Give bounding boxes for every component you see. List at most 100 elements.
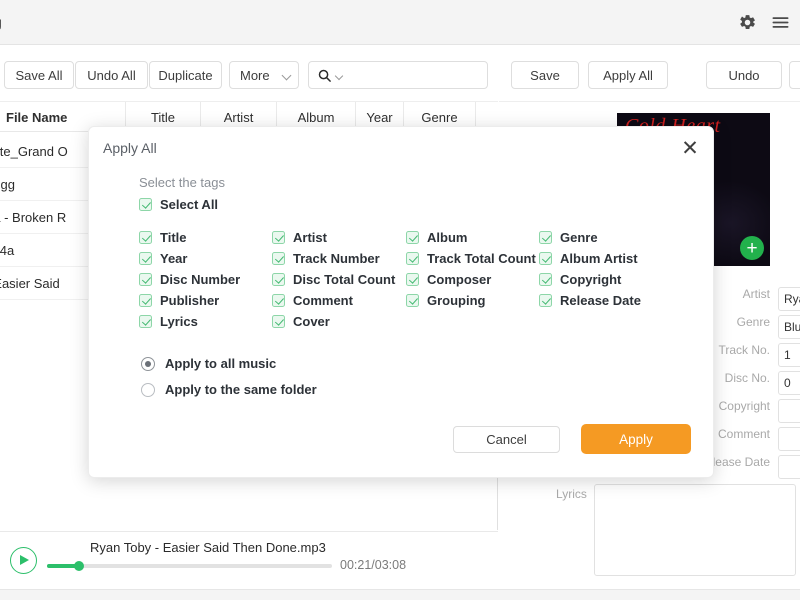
checkbox-icon <box>539 252 552 265</box>
checkbox-artist[interactable]: Artist <box>272 230 327 245</box>
checkbox-label: Lyrics <box>160 314 198 329</box>
checkbox-icon <box>406 252 419 265</box>
file-name-cell: Maria - Broken R <box>0 209 67 225</box>
app-window: g Save All Undo All Duplicate Mor <box>0 0 800 600</box>
checkbox-label: Genre <box>560 230 598 245</box>
checkbox-disc-total-count[interactable]: Disc Total Count <box>272 272 395 287</box>
file-name-cell: D] Fate_Grand O <box>0 143 68 159</box>
radio-icon <box>141 356 155 371</box>
file-name-cell: by - Easier Said <box>0 275 60 291</box>
checkbox-track-total-count[interactable]: Track Total Count <box>406 251 536 266</box>
left-toolbar: Save All Undo All Duplicate More <box>0 45 498 102</box>
checkbox-icon <box>139 231 152 244</box>
close-icon[interactable]: ✕ <box>677 135 703 161</box>
checkbox-grouping[interactable]: Grouping <box>406 293 486 308</box>
checkbox-label: Track Total Count <box>427 251 536 266</box>
checkbox-album[interactable]: Album <box>406 230 467 245</box>
search-input[interactable] <box>349 66 481 86</box>
checkbox-label: Disc Total Count <box>293 272 396 287</box>
player-track-title: Ryan Toby - Easier Said Then Done.mp3 <box>90 540 326 555</box>
genre-input[interactable] <box>778 315 800 339</box>
player-bar: Ryan Toby - Easier Said Then Done.mp3 00… <box>0 531 498 589</box>
player-seek-handle[interactable] <box>74 561 84 571</box>
checkbox-icon <box>139 252 152 265</box>
play-triangle <box>20 554 29 565</box>
checkbox-select-all[interactable]: Select All <box>139 197 218 212</box>
release-date-input[interactable] <box>778 455 800 479</box>
file-name-cell: ing.m4a <box>0 242 15 258</box>
player-time: 00:21/03:08 <box>340 558 407 572</box>
overflow-button[interactable] <box>789 61 800 89</box>
duplicate-button[interactable]: Duplicate <box>149 61 222 89</box>
checkbox-publisher[interactable]: Publisher <box>139 293 219 308</box>
player-seek-bar[interactable] <box>47 561 332 571</box>
checkbox-icon <box>272 252 285 265</box>
checkbox-label: Release Date <box>560 293 641 308</box>
checkbox-year[interactable]: Year <box>139 251 187 266</box>
checkbox-composer[interactable]: Composer <box>406 272 491 287</box>
hamburger-menu-icon[interactable] <box>771 13 790 32</box>
checkbox-label: Composer <box>427 272 492 287</box>
right-toolbar: Save Apply All Undo <box>499 45 800 102</box>
search-box[interactable] <box>308 61 488 89</box>
checkbox-copyright[interactable]: Copyright <box>539 272 621 287</box>
checkbox-icon <box>406 231 419 244</box>
disc-no-input[interactable] <box>778 371 800 395</box>
checkbox-icon <box>139 315 152 328</box>
checkbox-title[interactable]: Title <box>139 230 187 245</box>
checkbox-cover[interactable]: Cover <box>272 314 330 329</box>
add-cover-icon[interactable]: + <box>740 236 764 260</box>
copyright-input[interactable] <box>778 399 800 423</box>
checkbox-icon <box>539 231 552 244</box>
save-button[interactable]: Save <box>511 61 579 89</box>
comment-input[interactable] <box>778 427 800 451</box>
checkbox-label: Track Number <box>293 251 380 266</box>
apply-button[interactable]: Apply <box>581 424 691 454</box>
track-no-input[interactable] <box>778 343 800 367</box>
checkbox-icon <box>139 273 152 286</box>
checkbox-icon <box>272 315 285 328</box>
checkbox-icon <box>539 273 552 286</box>
checkbox-icon <box>139 198 152 211</box>
checkbox-release-date[interactable]: Release Date <box>539 293 641 308</box>
checkbox-disc-number[interactable]: Disc Number <box>139 272 240 287</box>
checkbox-icon <box>406 294 419 307</box>
checkbox-icon <box>406 273 419 286</box>
gear-icon[interactable] <box>738 13 757 32</box>
file-name-cell: ned.ogg <box>0 176 15 192</box>
window-title: g <box>0 14 2 30</box>
undo-button[interactable]: Undo <box>706 61 782 89</box>
artist-input[interactable] <box>778 287 800 311</box>
apply-all-button[interactable]: Apply All <box>588 61 668 89</box>
checkbox-label: Comment <box>293 293 353 308</box>
play-icon[interactable] <box>10 547 37 574</box>
checkbox-label: Album Artist <box>560 251 638 266</box>
undo-all-button[interactable]: Undo All <box>75 61 148 89</box>
checkbox-icon <box>272 273 285 286</box>
more-label: More <box>240 67 270 83</box>
apply-all-dialog: Apply All ✕ Select the tags Select All T… <box>88 126 714 478</box>
cancel-button[interactable]: Cancel <box>453 426 560 453</box>
checkbox-label: Album <box>427 230 468 245</box>
checkbox-label: Publisher <box>160 293 220 308</box>
checkbox-genre[interactable]: Genre <box>539 230 598 245</box>
checkbox-album-artist[interactable]: Album Artist <box>539 251 638 266</box>
checkbox-icon <box>139 294 152 307</box>
checkbox-icon <box>272 294 285 307</box>
dialog-title: Apply All <box>103 140 157 156</box>
lyrics-textarea[interactable] <box>594 484 796 576</box>
more-dropdown-button[interactable]: More <box>229 61 299 89</box>
save-all-button[interactable]: Save All <box>4 61 74 89</box>
checkbox-lyrics[interactable]: Lyrics <box>139 314 198 329</box>
radio-apply-to-same-folder[interactable]: Apply to the same folder <box>141 382 317 397</box>
radio-icon <box>141 382 155 397</box>
checkbox-label: Select All <box>160 197 219 212</box>
status-strip <box>0 589 800 600</box>
search-chevron-down-icon[interactable] <box>334 71 344 81</box>
title-bar-actions <box>738 13 790 32</box>
checkbox-icon <box>272 231 285 244</box>
checkbox-icon <box>539 294 552 307</box>
radio-apply-to-all-music[interactable]: Apply to all music <box>141 356 276 371</box>
checkbox-comment[interactable]: Comment <box>272 293 353 308</box>
checkbox-track-number[interactable]: Track Number <box>272 251 380 266</box>
